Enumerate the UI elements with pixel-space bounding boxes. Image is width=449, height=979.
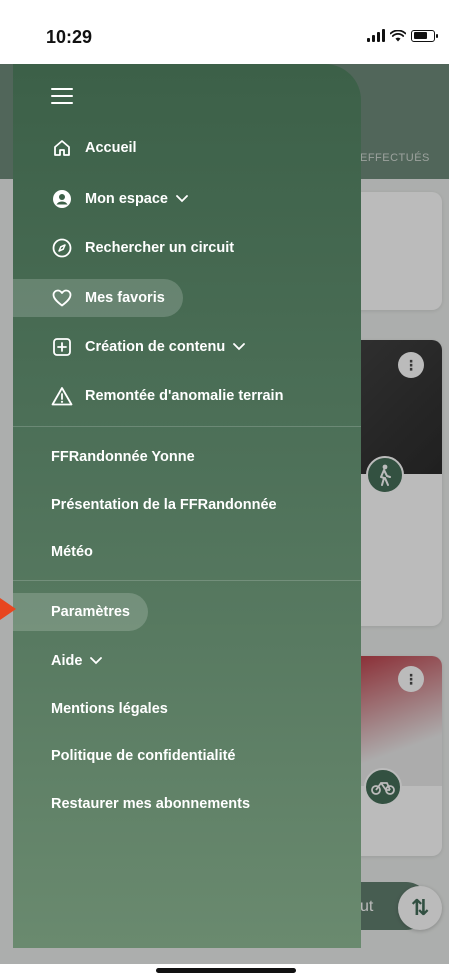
- signal-icon: [367, 29, 385, 42]
- home-icon: [51, 137, 73, 159]
- status-icons: [367, 29, 438, 42]
- menu-item-label: Paramètres: [51, 604, 130, 620]
- heart-icon: [51, 287, 73, 309]
- menu-item-presentation[interactable]: Présentation de la FFRandonnée: [13, 486, 277, 524]
- hamburger-icon[interactable]: [51, 88, 73, 104]
- menu-item-label: Aide: [51, 653, 83, 669]
- menu-item-label: Mes favoris: [85, 290, 165, 306]
- plus-square-icon: [51, 336, 73, 358]
- menu-item-label: Mentions légales: [51, 701, 168, 717]
- user-circle-icon: [51, 188, 73, 210]
- menu-item-remontee-anomalie[interactable]: Remontée d'anomalie terrain: [13, 377, 283, 415]
- menu-item-label: Mon espace: [85, 191, 168, 207]
- menu-item-label: Politique de confidentialité: [51, 748, 236, 764]
- warning-icon: [51, 385, 73, 407]
- menu-item-label: FFRandonnée Yonne: [51, 449, 195, 465]
- chevron-down-icon: [176, 195, 188, 203]
- battery-icon: [411, 29, 438, 42]
- menu-divider: [13, 580, 361, 581]
- menu-item-label: Restaurer mes abonnements: [51, 796, 251, 812]
- status-time: 10:29: [46, 27, 93, 47]
- menu-item-restaurer-abonnements[interactable]: Restaurer mes abonnements: [13, 785, 250, 823]
- pointer-arrow: [0, 598, 16, 620]
- wifi-icon: [390, 29, 406, 41]
- chevron-down-icon: [90, 657, 103, 665]
- menu-item-label: Présentation de la FFRandonnée: [51, 497, 277, 513]
- menu-item-rechercher-circuit[interactable]: Rechercher un circuit: [13, 229, 234, 267]
- menu-item-label: Remontée d'anomalie terrain: [85, 388, 284, 404]
- menu-item-accueil[interactable]: Accueil: [13, 129, 137, 167]
- chevron-down-icon: [233, 343, 246, 351]
- menu-item-aide[interactable]: Aide: [13, 642, 103, 680]
- menu-item-mes-favoris[interactable]: Mes favoris: [13, 279, 183, 317]
- menu-item-label: Météo: [51, 544, 93, 560]
- menu-item-mon-espace[interactable]: Mon espace: [13, 180, 188, 218]
- menu-divider: [13, 426, 361, 427]
- menu-item-ffrandonnee-yonne[interactable]: FFRandonnée Yonne: [13, 438, 195, 476]
- menu-item-label: Accueil: [85, 140, 137, 156]
- menu-item-meteo[interactable]: Météo: [13, 533, 93, 571]
- navigation-drawer: Accueil Mon espace Rechercher un circuit…: [13, 64, 361, 948]
- menu-item-parametres[interactable]: Paramètres: [13, 593, 148, 631]
- menu-item-label: Rechercher un circuit: [85, 240, 235, 256]
- menu-item-politique-confidentialite[interactable]: Politique de confidentialité: [13, 737, 236, 775]
- home-indicator[interactable]: [156, 968, 296, 973]
- menu-item-mentions-legales[interactable]: Mentions légales: [13, 690, 168, 728]
- status-bar: 10:29: [0, 0, 449, 64]
- menu-item-creation-contenu[interactable]: Création de contenu: [13, 328, 246, 366]
- menu-item-label: Création de contenu: [85, 339, 226, 355]
- compass-icon: [51, 237, 73, 259]
